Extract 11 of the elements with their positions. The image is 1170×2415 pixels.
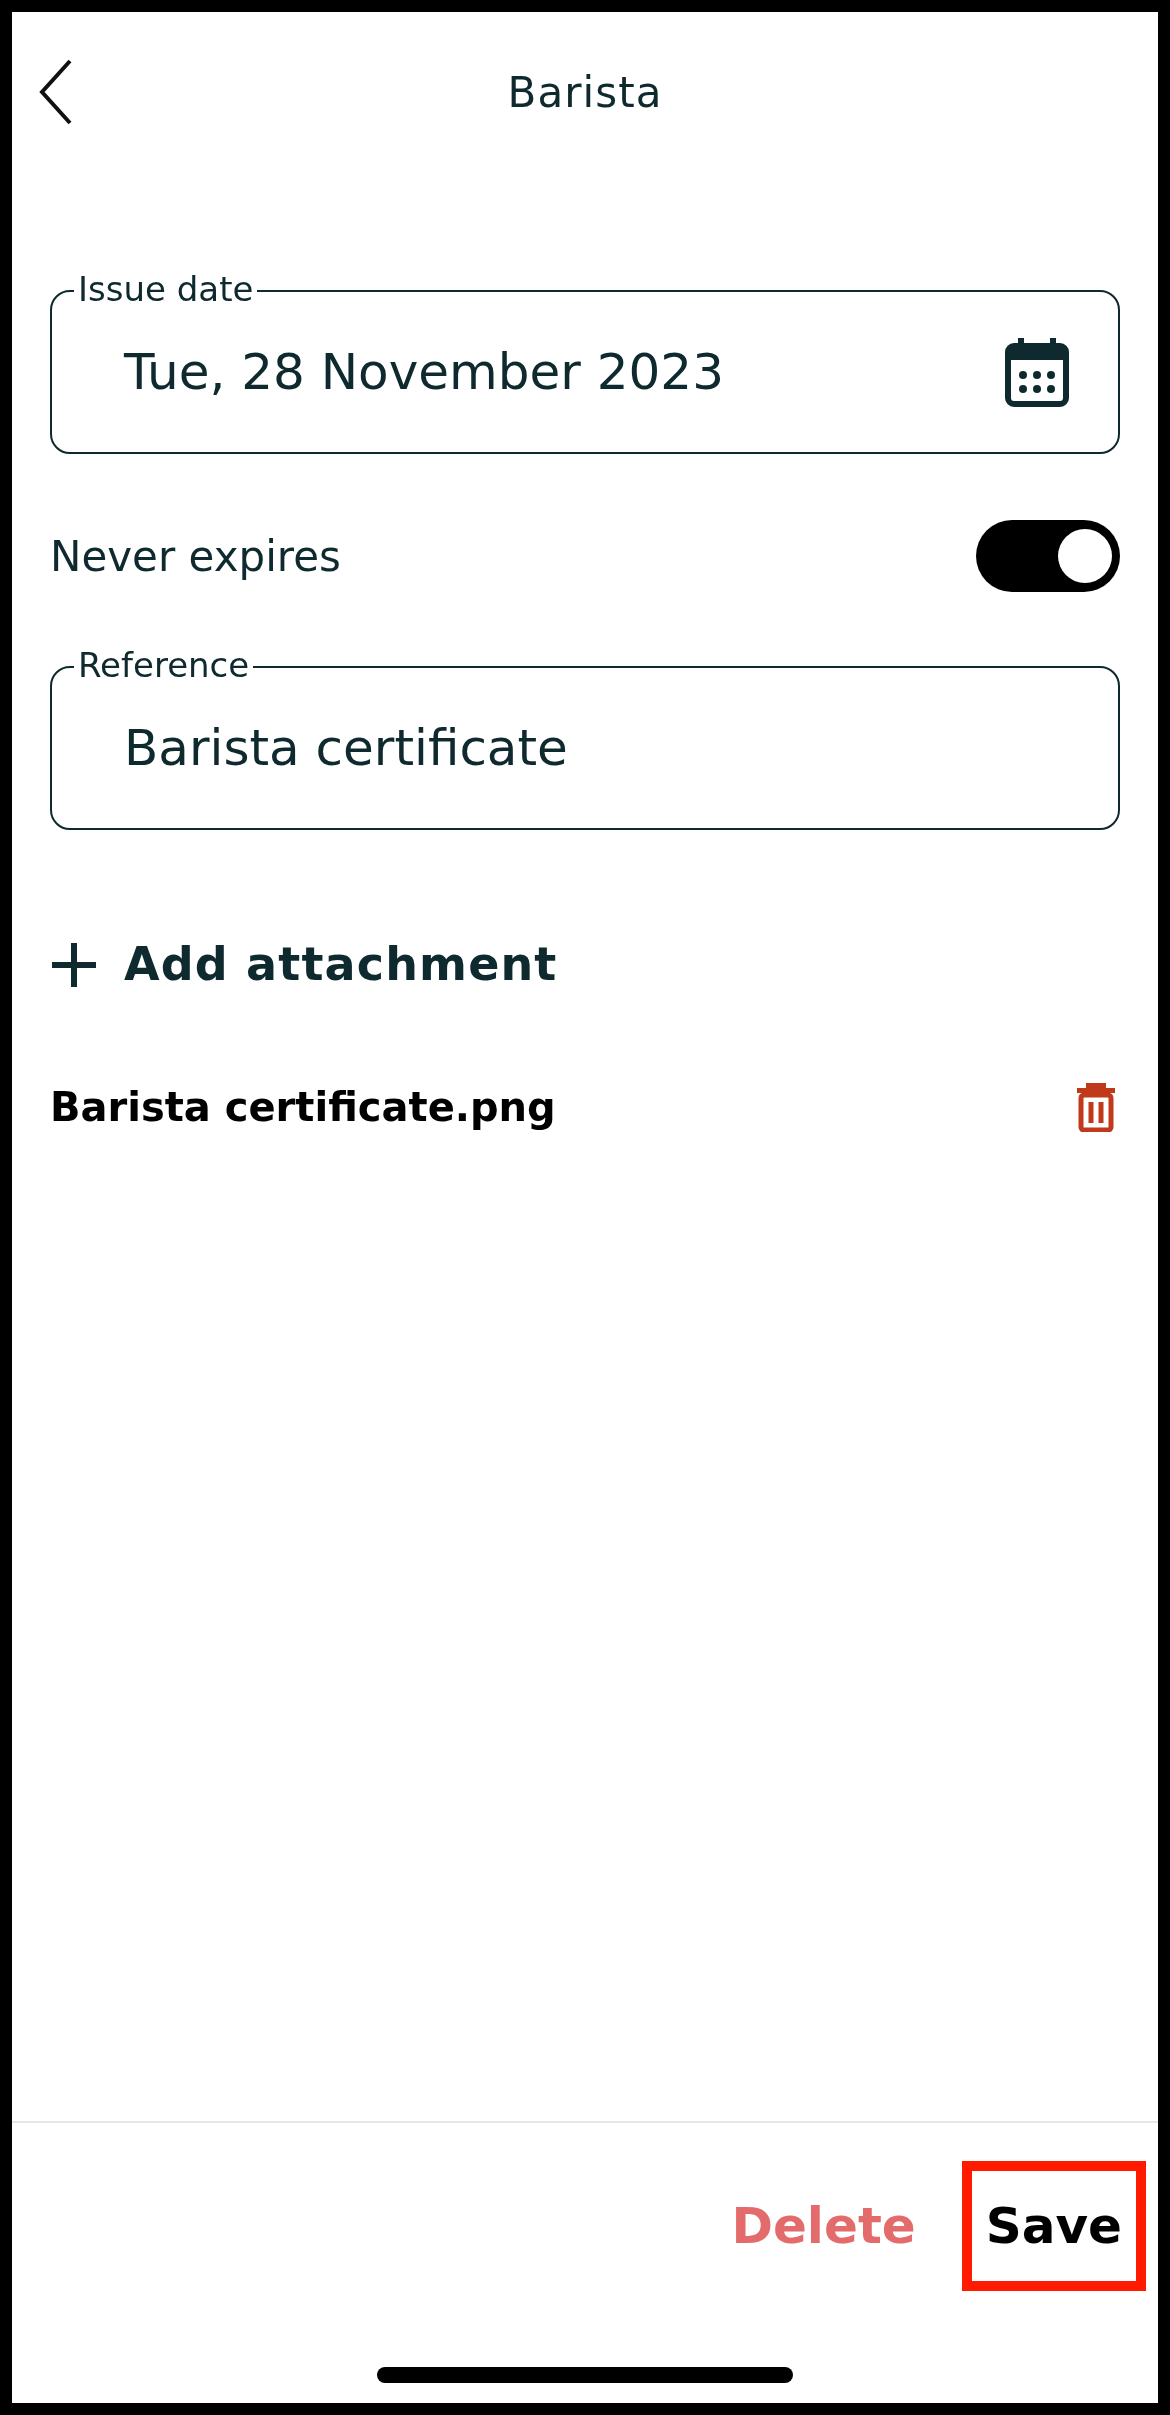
trash-icon[interactable] — [1076, 1082, 1116, 1132]
plus-icon — [50, 940, 98, 989]
setting-label: Never expires — [50, 530, 341, 583]
field-value: Barista certificate — [124, 717, 569, 779]
save-button[interactable]: Save — [961, 2161, 1146, 2291]
calendar-icon[interactable] — [1004, 336, 1070, 408]
add-attachment-button[interactable]: Add attachment — [50, 930, 558, 999]
attachment-name: Barista certificate.png — [50, 1083, 556, 1132]
screen-title: Barista — [507, 66, 663, 119]
back-icon[interactable] — [38, 57, 74, 127]
field-value: Tue, 28 November 2023 — [124, 341, 725, 403]
